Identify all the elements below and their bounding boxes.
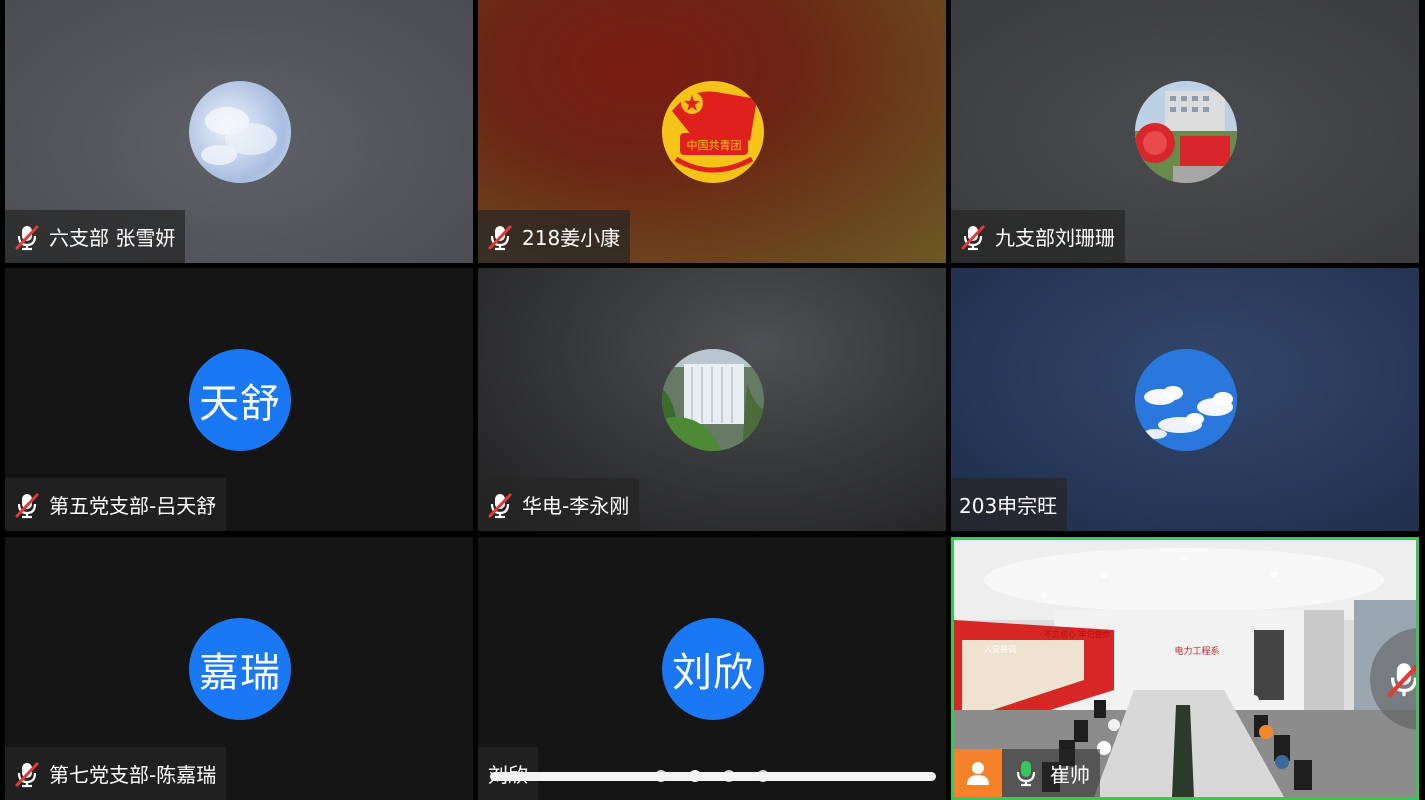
mic-muted-icon [1387, 663, 1416, 697]
participant-tile-2[interactable]: 中国共青团 218姜小康 [478, 0, 946, 263]
campus-photo-icon [1135, 81, 1237, 183]
svg-text:电力工程系: 电力工程系 [1174, 645, 1219, 657]
home-indicator-bar[interactable] [490, 772, 936, 781]
participant-tile-1[interactable]: 六支部 张雪妍 [5, 0, 473, 263]
svg-text:中国共青团: 中国共青团 [687, 139, 742, 152]
participant-name: 第五党支部-吕天舒 [49, 494, 217, 518]
participant-avatar-initials: 嘉瑞 [189, 618, 291, 720]
participant-tile-8[interactable]: 刘欣 刘欣 [478, 537, 946, 800]
participant-namebar: 203申宗旺 [951, 478, 1068, 531]
mic-active-icon [1016, 761, 1036, 787]
mic-muted-icon [961, 224, 985, 250]
svg-text:不忘初心 牢记使命: 不忘初心 牢记使命 [1044, 629, 1111, 639]
participant-tile-3[interactable]: 九支部刘珊珊 [951, 0, 1419, 263]
participant-avatar [1135, 349, 1237, 451]
user-avatar-icon [954, 749, 1002, 797]
participant-tile-active-speaker[interactable]: 电力工程系 入党誓词 不忘初心 牢记使命 崔帅 [951, 537, 1419, 800]
participant-avatar: 中国共青团 [662, 81, 764, 183]
youth-league-emblem-icon: 中国共青团 [672, 91, 757, 173]
participant-avatar [189, 81, 291, 183]
participant-tile-4[interactable]: 天舒 第五党支部-吕天舒 [5, 268, 473, 531]
cloud-photo-icon [201, 107, 277, 165]
participant-namebar: 崔帅 [954, 749, 1100, 797]
mic-muted-icon [488, 492, 512, 518]
participant-avatar [1135, 81, 1237, 183]
participant-tile-5[interactable]: 华电-李永刚 [478, 268, 946, 531]
mic-muted-icon [488, 224, 512, 250]
participant-name: 218姜小康 [522, 226, 621, 250]
participant-name: 第七党支部-陈嘉瑞 [49, 763, 217, 787]
mic-muted-icon [15, 761, 39, 787]
mic-muted-icon [15, 492, 39, 518]
participant-name: 九支部刘珊珊 [995, 226, 1115, 250]
mic-muted-icon [15, 224, 39, 250]
participant-namebar: 第五党支部-吕天舒 [5, 478, 227, 531]
participant-name: 203申宗旺 [959, 494, 1058, 518]
participant-avatar-initials: 天舒 [189, 349, 291, 451]
participant-name: 崔帅 [1050, 762, 1090, 787]
participant-avatar [662, 349, 764, 451]
participant-name: 华电-李永刚 [522, 494, 630, 518]
svg-text:入党誓词: 入党誓词 [984, 644, 1016, 654]
participant-tile-7[interactable]: 嘉瑞 第七党支部-陈嘉瑞 [5, 537, 473, 800]
participant-namebar: 六支部 张雪妍 [5, 210, 186, 263]
participant-name: 六支部 张雪妍 [49, 226, 176, 250]
participant-avatar-initials: 刘欣 [662, 618, 764, 720]
participant-namebar: 华电-李永刚 [478, 478, 640, 531]
participant-namebar: 九支部刘珊珊 [951, 210, 1125, 263]
waterfall-photo-icon [662, 349, 764, 451]
participant-namebar: 第七党支部-陈嘉瑞 [5, 747, 227, 800]
participant-namebar: 218姜小康 [478, 210, 631, 263]
participant-tile-6[interactable]: 203申宗旺 [951, 268, 1419, 531]
blue-sky-clouds-icon [1135, 349, 1237, 451]
